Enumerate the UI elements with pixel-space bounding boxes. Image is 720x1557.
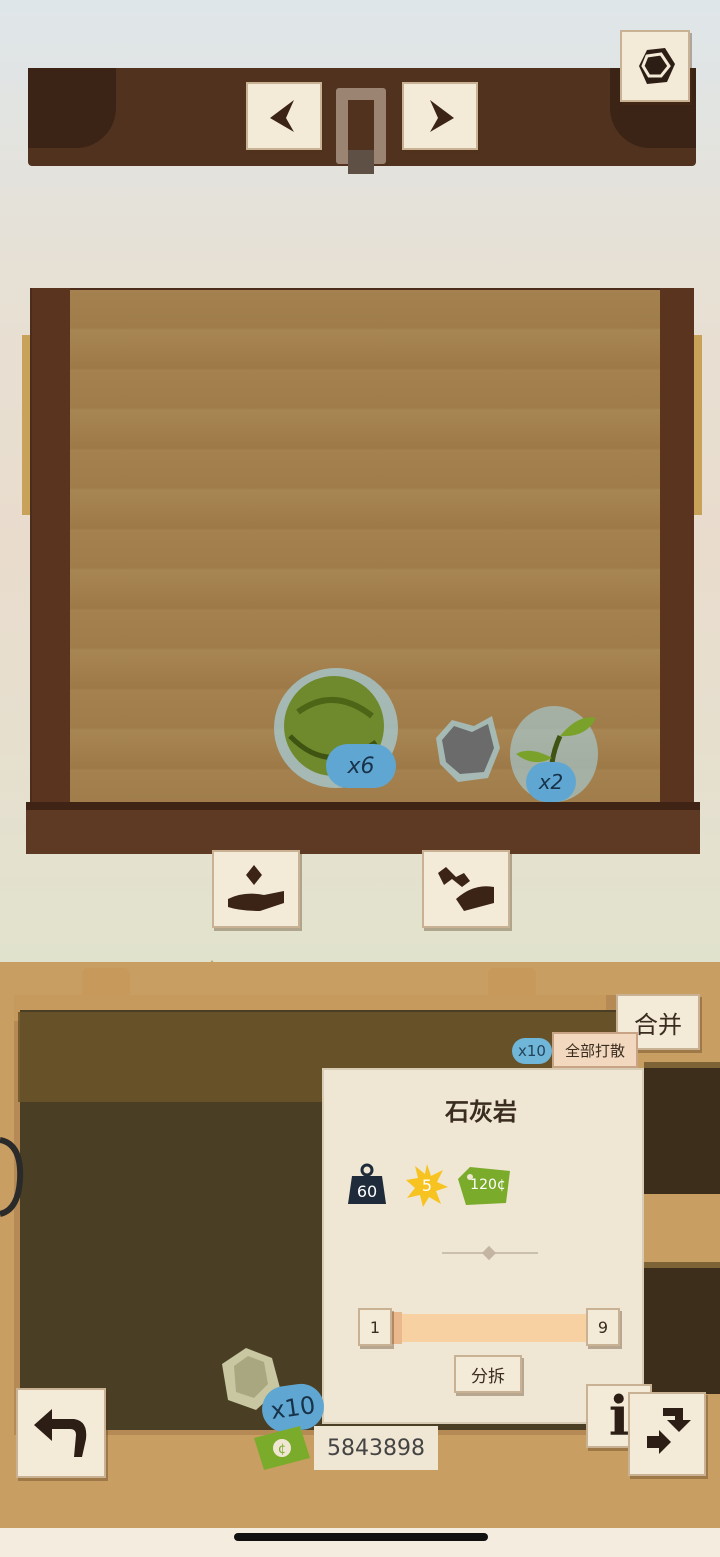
slider-max-value: 9 xyxy=(586,1308,620,1346)
scatter-all-button[interactable]: 全部打散 xyxy=(552,1032,638,1068)
hand-take-icon xyxy=(228,865,284,911)
craft-button[interactable] xyxy=(422,850,510,928)
weight-stat: 60 xyxy=(346,1160,388,1210)
swap-button[interactable] xyxy=(628,1392,706,1476)
home-indicator[interactable] xyxy=(234,1533,488,1541)
weight-value: 60 xyxy=(356,1181,378,1201)
back-button[interactable] xyxy=(16,1388,106,1478)
left-edge-hook-icon xyxy=(0,1137,24,1217)
crate-bottom xyxy=(26,802,700,854)
price-stat: 120¢ xyxy=(456,1160,512,1210)
item-count-badge: x6 xyxy=(326,744,396,788)
info-icon: i xyxy=(608,1384,630,1448)
arrow-left-icon xyxy=(270,100,294,132)
top-bar-shadow-left xyxy=(28,68,116,148)
energy-value: 5 xyxy=(421,1175,433,1195)
split-quantity-slider[interactable] xyxy=(370,1314,606,1342)
crate-post-left xyxy=(32,288,70,818)
hand-wrench-icon xyxy=(438,867,494,911)
energy-stat: 5 xyxy=(404,1160,450,1210)
pointer-notch xyxy=(198,960,226,980)
shelf-lower xyxy=(644,1262,720,1394)
item-count-badge: x2 xyxy=(526,762,576,802)
ore-icon xyxy=(639,48,675,84)
swap-icon xyxy=(647,1408,691,1454)
crate-post-right xyxy=(660,288,694,818)
ore-button[interactable] xyxy=(620,30,690,102)
gray-stone-icon xyxy=(436,716,500,782)
take-button[interactable] xyxy=(212,850,300,928)
svg-text:¢: ¢ xyxy=(278,1442,286,1457)
crate-item-stone[interactable] xyxy=(430,708,506,788)
crate-handle-right xyxy=(694,335,702,515)
money-balance: 5843898 xyxy=(314,1426,438,1470)
next-page-button[interactable] xyxy=(402,82,478,150)
price-value: 120¢ xyxy=(470,1177,506,1193)
item-name: 石灰岩 xyxy=(445,1098,517,1126)
money-icon: ¢ xyxy=(254,1426,310,1470)
crate-item-sprout[interactable]: x2 xyxy=(508,702,600,806)
split-button[interactable]: 分拆 xyxy=(454,1355,522,1393)
back-arrow-icon xyxy=(34,1409,87,1457)
scatter-count-badge: x10 xyxy=(512,1038,552,1064)
prev-page-button[interactable] xyxy=(246,82,322,150)
shelf-upper xyxy=(644,1062,720,1194)
arrow-right-icon xyxy=(430,100,454,132)
page-indicator-tab xyxy=(348,150,374,174)
page-indicator-slot xyxy=(348,100,374,156)
slider-min-value: 1 xyxy=(358,1308,392,1346)
crate-item-green-ball[interactable]: x6 xyxy=(268,656,408,792)
